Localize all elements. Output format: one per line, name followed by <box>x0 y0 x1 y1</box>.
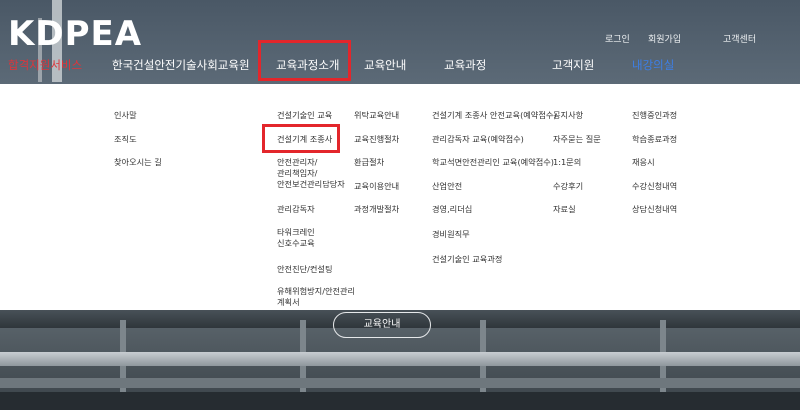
menu-item-leadership[interactable]: 경영,리더십 <box>432 204 472 215</box>
menu-highlight-box <box>262 124 340 153</box>
customer-center-link[interactable]: 고객센터 <box>723 32 756 45</box>
menu-item-resources[interactable]: 자료실 <box>553 204 576 215</box>
menu-item-faq[interactable]: 자주묻는 질문 <box>553 134 601 145</box>
menu-item-course-dev[interactable]: 과정개발절차 <box>354 204 399 215</box>
bridge-rail <box>0 352 800 366</box>
menu-item-supervisor-reserve[interactable]: 관리감독자 교육(예약접수) <box>432 134 524 145</box>
menu-item-tower-crane[interactable]: 타워크레인 신호수교육 <box>277 227 315 249</box>
menu-item-reviews[interactable]: 수강후기 <box>553 181 583 192</box>
menu-item-usage-guide[interactable]: 교육이용안내 <box>354 181 399 192</box>
menu-item-safety-diagnosis[interactable]: 안전진단/컨설팅 <box>277 264 333 275</box>
nav-pass-support[interactable]: 합격지원서비스 <box>8 57 82 73</box>
menu-item-refund-process[interactable]: 환급절차 <box>354 157 384 168</box>
menu-item-in-progress[interactable]: 진행중인과정 <box>632 110 677 121</box>
nav-highlight-box <box>258 40 351 81</box>
menu-item-machine-safety-reserve[interactable]: 건설기계 조종사 안전교육(예약접수) <box>432 110 557 121</box>
menu-item-construction-tech[interactable]: 건설기술인 교육 <box>277 110 332 121</box>
menu-item-org-chart[interactable]: 조직도 <box>114 134 137 145</box>
nav-courses[interactable]: 교육과정 <box>444 57 486 73</box>
menu-item-inquiry[interactable]: 1:1문의 <box>553 157 581 168</box>
menu-item-tech-course[interactable]: 건설기술인 교육과정 <box>432 254 502 265</box>
menu-item-enrollment-history[interactable]: 수강신청내역 <box>632 181 677 192</box>
menu-item-safety-manager[interactable]: 안전관리자/ 관리책임자/ 안전보건관리담당자 <box>277 157 345 190</box>
menu-item-industrial-safety[interactable]: 산업안전 <box>432 181 462 192</box>
bridge-rail <box>0 378 800 388</box>
menu-item-hazard-prevention[interactable]: 유해위험방지/안전관리 계획서 <box>277 286 355 308</box>
menu-item-retest[interactable]: 재응시 <box>632 157 655 168</box>
menu-item-directions[interactable]: 찾아오시는 길 <box>114 157 162 168</box>
menu-item-edu-process[interactable]: 교육진행절차 <box>354 134 399 145</box>
nav-my-classroom[interactable]: 내강의실 <box>632 57 674 73</box>
hero-education-info-button[interactable]: 교육안내 <box>333 312 431 338</box>
menu-item-asbestos-reserve[interactable]: 학교석면안전관리인 교육(예약접수) <box>432 157 554 168</box>
menu-item-contract-edu[interactable]: 위탁교육안내 <box>354 110 399 121</box>
login-link[interactable]: 로그인 <box>605 32 630 45</box>
menu-item-supervisor[interactable]: 관리감독자 <box>277 204 315 215</box>
nav-customer-support[interactable]: 고객지원 <box>552 57 594 73</box>
site-logo[interactable]: KDPEA <box>8 14 142 54</box>
signup-link[interactable]: 회원가입 <box>648 32 681 45</box>
nav-institute[interactable]: 한국건설안전기술사회교육원 <box>112 57 250 73</box>
ground <box>0 392 800 410</box>
nav-education-info[interactable]: 교육안내 <box>364 57 406 73</box>
menu-item-security-guard[interactable]: 경비원직무 <box>432 229 470 240</box>
menu-item-notice[interactable]: 공지사항 <box>553 110 583 121</box>
menu-item-greeting[interactable]: 인사말 <box>114 110 137 121</box>
menu-item-consult-history[interactable]: 상담신청내역 <box>632 204 677 215</box>
mega-menu: 인사말 조직도 찾아오시는 길 건설기술인 교육 건설기계 조종사 안전관리자/… <box>0 84 800 310</box>
menu-item-completed[interactable]: 학습종료과정 <box>632 134 677 145</box>
